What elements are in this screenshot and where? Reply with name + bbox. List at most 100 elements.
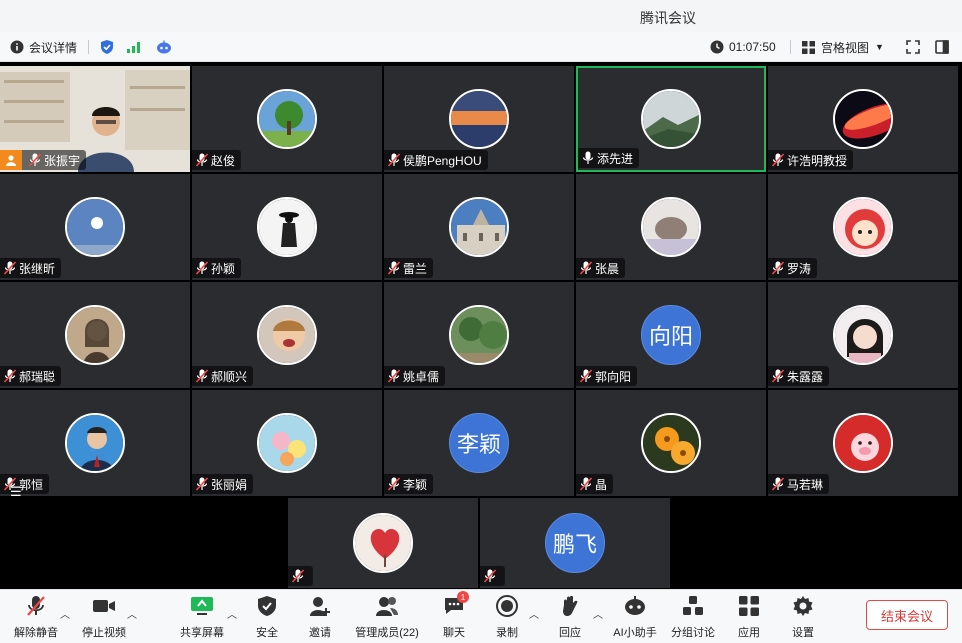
participant-tile[interactable]: 郝顺兴: [192, 282, 382, 388]
avatar: [257, 413, 317, 473]
participant-tile[interactable]: 朱露露: [768, 282, 958, 388]
participant-name: 郭恒: [19, 477, 44, 492]
apps-icon: [738, 594, 760, 618]
avatar: [65, 197, 125, 257]
gear-button[interactable]: 设置: [763, 594, 843, 640]
participant-name-bar: 姚卓儒: [384, 366, 446, 386]
participant-name: 马若琳: [787, 477, 824, 492]
shield-icon: [257, 594, 277, 618]
participant-name: 侯鹏PengHOU: [403, 153, 482, 168]
participant-tile[interactable]: 张丽娟: [192, 390, 382, 496]
shield-check-icon: [101, 40, 113, 54]
participant-tile[interactable]: 晶: [576, 390, 766, 496]
title-bar: 腾讯会议: [0, 0, 962, 32]
avatar: [65, 413, 125, 473]
control-label: 应用: [738, 627, 760, 639]
control-label: AI小助手: [613, 627, 657, 639]
control-label: 解除静音: [14, 627, 58, 639]
participant-name-bar: [480, 566, 505, 586]
chat-icon: 1: [443, 591, 469, 618]
participant-tile[interactable]: 姚卓儒: [384, 282, 574, 388]
participant-name: 赵俊: [211, 153, 236, 168]
clock-icon: [710, 40, 724, 54]
view-mode-label: 宫格视图: [821, 40, 870, 55]
mic-muted-icon: [580, 477, 592, 491]
mic-muted-icon: [580, 261, 592, 275]
participant-tile[interactable]: 雷兰: [384, 174, 574, 280]
participant-name: 晶: [595, 477, 608, 492]
mic-muted-icon: [388, 477, 400, 491]
timer-text: 01:07:50: [729, 40, 776, 54]
participant-name: 罗涛: [787, 261, 812, 276]
record-icon: [496, 594, 518, 618]
participant-name: 张丽娟: [211, 477, 248, 492]
avatar: 向阳: [641, 305, 701, 365]
list-toggle-icon[interactable]: ☰: [10, 484, 22, 500]
ai-status-button[interactable]: [156, 32, 172, 62]
meeting-info-label: 会议详情: [29, 40, 78, 55]
participant-name-bar: 许浩明教授: [768, 150, 854, 170]
add-user-icon: [309, 594, 331, 618]
participant-tile[interactable]: 孙颖: [192, 174, 382, 280]
participant-tile[interactable]: 侯鹏PengHOU: [384, 66, 574, 172]
mic-muted-icon: [772, 261, 784, 275]
avatar-text: 向阳: [648, 324, 693, 349]
participant-name: 郭向阳: [595, 369, 632, 384]
gear-icon: [792, 594, 814, 618]
participant-name: 朱露露: [787, 369, 824, 384]
toolbar-divider: [790, 40, 791, 54]
participant-name: 郝顺兴: [211, 369, 248, 384]
participant-tile[interactable]: 添先进: [576, 66, 766, 172]
avatar: [257, 197, 317, 257]
signal-bars-icon: [127, 42, 140, 53]
participant-name-bar: 朱露露: [768, 366, 830, 386]
control-label: 共享屏幕: [180, 627, 224, 639]
participant-name-bar: 孙颖: [192, 258, 242, 278]
participant-tile[interactable]: [288, 498, 478, 588]
participant-name-bar: 张丽娟: [192, 474, 254, 494]
participant-tile[interactable]: 许浩明教授: [768, 66, 958, 172]
avatar: [449, 197, 509, 257]
participant-tile[interactable]: 郝瑞聪: [0, 282, 190, 388]
participant-tile[interactable]: 罗涛: [768, 174, 958, 280]
participant-tile[interactable]: 赵俊: [192, 66, 382, 172]
participant-tile[interactable]: 张振宇: [0, 66, 190, 172]
avatar: [641, 197, 701, 257]
view-mode-dropdown[interactable]: 宫格视图 ▼: [802, 32, 884, 62]
host-icon: [0, 150, 22, 170]
meeting-info-button[interactable]: 会议详情: [10, 32, 77, 62]
end-meeting-button[interactable]: 结束会议: [866, 600, 948, 630]
participant-name-bar: 郝顺兴: [192, 366, 254, 386]
meeting-timer: 01:07:50: [710, 32, 776, 62]
participant-tile[interactable]: 马若琳: [768, 390, 958, 496]
participant-name: 许浩明教授: [787, 153, 848, 168]
sidebar-toggle-button[interactable]: [935, 32, 949, 62]
fullscreen-icon: [906, 40, 920, 54]
meeting-window: 腾讯会议 会议详情 01:07:50 宫格视图 ▼ 张振宇 赵俊 侯鹏PengH…: [0, 0, 962, 643]
participant-name-bar: 添先进: [578, 148, 640, 168]
control-label: 聊天: [443, 627, 465, 639]
participant-grid: 张振宇 赵俊 侯鹏PengHOU 添先进 许浩明教授张继昕 孙颖 雷兰 张晨 罗涛郝瑞聪 郝顺兴 姚…: [0, 64, 962, 588]
security-status-button[interactable]: [100, 32, 114, 62]
participant-tile[interactable]: 张继昕: [0, 174, 190, 280]
network-status-button[interactable]: [127, 32, 141, 62]
chevron-down-icon: ▼: [875, 42, 884, 52]
participant-name: 张晨: [595, 261, 620, 276]
participant-tile[interactable]: 李颖 李颖: [384, 390, 574, 496]
participant-tile[interactable]: 郭恒: [0, 390, 190, 496]
share-screen-icon: [190, 594, 214, 618]
mic-muted-icon: [388, 369, 400, 383]
chevron-up-icon[interactable]: ︿: [127, 606, 137, 621]
avatar: [449, 89, 509, 149]
mic-muted-icon: [772, 153, 784, 167]
meeting-controls: 结束会议 解除静音 ︿ 停止视频 ︿ 共享屏幕 ︿ 安全 邀请 管理成员(22) 1 聊天 录制 ︿ 回应…: [0, 589, 962, 643]
participant-name-bar: 张继昕: [0, 258, 62, 278]
participant-tile[interactable]: 向阳郭向阳: [576, 282, 766, 388]
participant-tile[interactable]: 鹏飞: [480, 498, 670, 588]
participant-name-bar: 郝瑞聪: [0, 366, 62, 386]
participant-name-bar: 雷兰: [384, 258, 434, 278]
fullscreen-button[interactable]: [906, 32, 920, 62]
participant-name-bar: 晶: [576, 474, 614, 494]
participant-tile[interactable]: 张晨: [576, 174, 766, 280]
control-label: 管理成员(22): [355, 627, 419, 639]
